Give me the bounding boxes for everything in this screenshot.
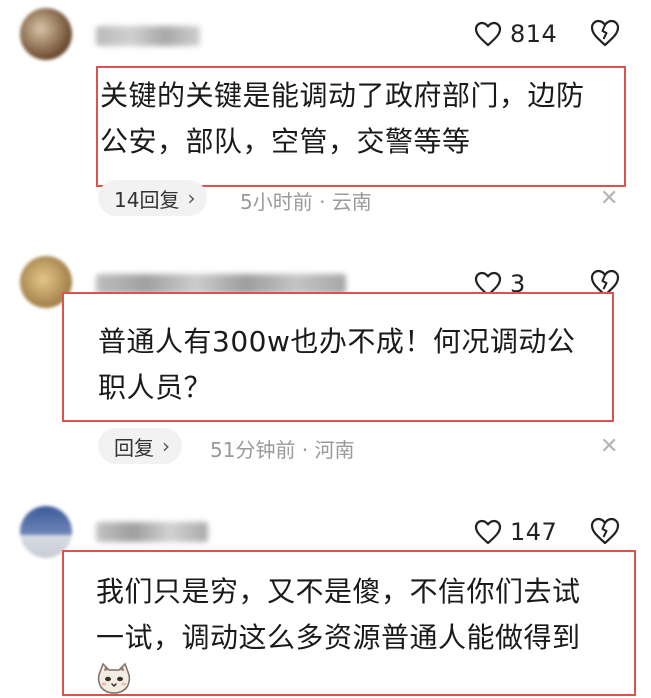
comment-text-line-2: 一试，调动这么多资源普通人能做得到: [96, 621, 581, 654]
broken-heart-icon[interactable]: [590, 516, 620, 546]
like-button[interactable]: 147: [474, 518, 557, 546]
comment-text-line-1: 我们只是穷，又不是傻，不信你们去试: [96, 575, 581, 608]
username-blurred[interactable]: [96, 522, 208, 542]
heart-outline-icon: [474, 519, 502, 545]
comment-3: 147 我们只是穷，又不是傻，不信你们去试 一试，调动这么多资源普通人能做得到: [0, 0, 651, 698]
cat-face-emoji: [97, 662, 131, 694]
like-count: 147: [510, 518, 558, 546]
